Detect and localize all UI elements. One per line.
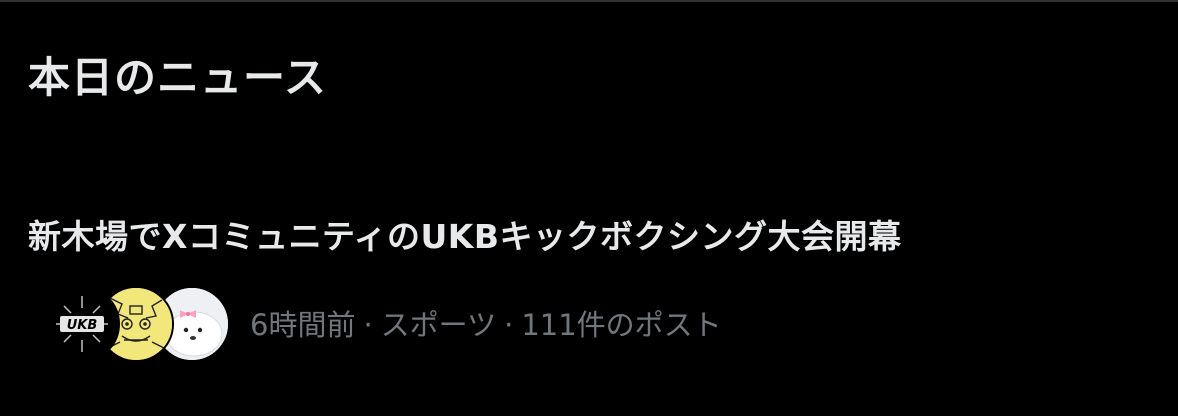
avatar: UKB (44, 286, 120, 362)
news-headline[interactable]: 新木場でXコミュニティのUKBキックボクシング大会開幕 (28, 210, 901, 258)
post-count: 111件のポスト (521, 308, 722, 342)
avatar-label: UKB (67, 318, 98, 333)
category-label: スポーツ (380, 308, 497, 342)
meta-separator: · (363, 308, 373, 342)
time-ago: 6時間前 (250, 308, 356, 342)
meta-separator: · (504, 308, 514, 342)
news-meta-text: 6時間前 · スポーツ · 111件のポスト (250, 302, 722, 344)
section-title: 本日のニュース (28, 53, 327, 102)
news-meta: UKB 6時間前 · スポーツ · 111件のポスト (44, 284, 1144, 364)
avatar-stack: UKB (44, 284, 230, 364)
news-item[interactable]: 新木場でXコミュニティのUKBキックボクシング大会開幕 UKB 6時間前 · ス… (0, 190, 1178, 416)
top-divider (0, 0, 1178, 2)
ukb-logo-icon: UKB (46, 288, 118, 360)
